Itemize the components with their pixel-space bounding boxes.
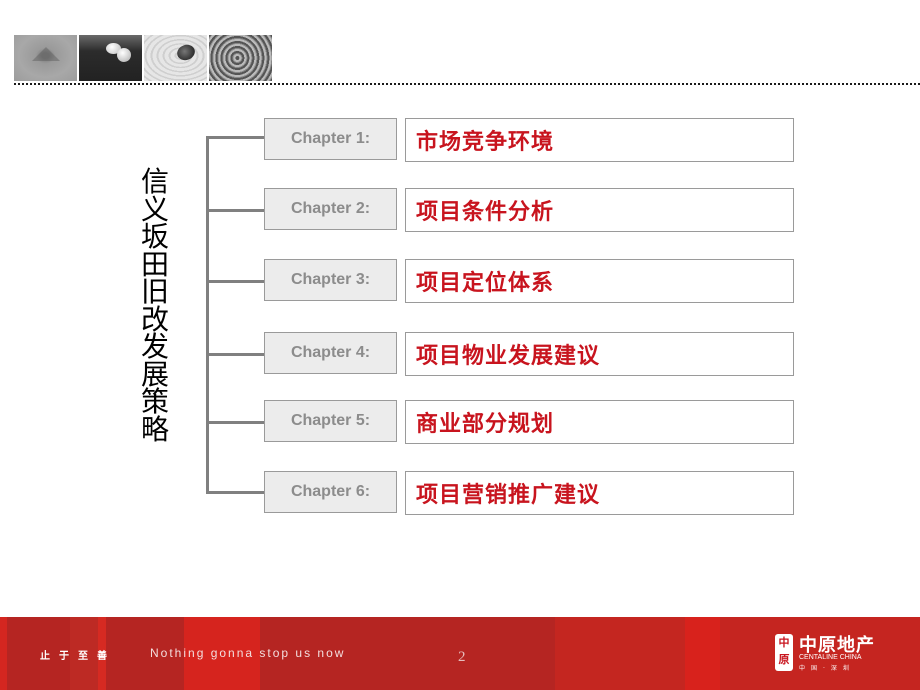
footer-slogan-cn: 止于至善 xyxy=(40,651,116,662)
centaline-logo-icon: 中原 xyxy=(775,634,793,671)
page-number: 2 xyxy=(458,649,466,665)
pebbles-image xyxy=(79,35,142,81)
logo-name-en: CENTALINE CHINA xyxy=(799,654,862,661)
title-char: 义 xyxy=(140,192,169,226)
logo-location: 中国·深圳 xyxy=(799,665,855,672)
dotted-divider xyxy=(14,83,920,85)
footer-stripe xyxy=(555,617,685,690)
title-char: 展 xyxy=(140,357,169,391)
bracket-connector xyxy=(206,136,265,139)
chapter-4-title[interactable]: 项目物业发展建议 xyxy=(405,332,794,376)
title-char: 信 xyxy=(140,165,169,198)
footer-slogan-en: Nothing gonna stop us now xyxy=(150,646,346,660)
title-char: 改 xyxy=(140,302,169,336)
chapter-5-title[interactable]: 商业部分规划 xyxy=(405,400,794,444)
chapter-6-title[interactable]: 项目营销推广建议 xyxy=(405,471,794,515)
title-char: 旧 xyxy=(140,275,169,308)
concentric-rings-image xyxy=(209,35,272,81)
footer-bar: 止于至善 Nothing gonna stop us now 2 中原 中原地产… xyxy=(0,617,920,690)
chapter-3-title[interactable]: 项目定位体系 xyxy=(405,259,794,303)
footer-stripe xyxy=(685,617,720,690)
bracket-connector xyxy=(206,421,265,424)
sand-mound-image xyxy=(14,35,77,81)
stone-ripples-image xyxy=(144,35,207,81)
title-char: 发 xyxy=(140,330,169,363)
title-char: 田 xyxy=(140,247,169,281)
chapter-4-label: Chapter 4: xyxy=(264,332,397,374)
chapter-1-title[interactable]: 市场竞争环境 xyxy=(405,118,794,162)
bracket-connector xyxy=(206,491,265,494)
bracket-line xyxy=(206,136,209,494)
chapter-6-label: Chapter 6: xyxy=(264,471,397,513)
chapter-1-label: Chapter 1: xyxy=(264,118,397,160)
chapter-2-label: Chapter 2: xyxy=(264,188,397,230)
vertical-page-title: 信 义 坂 田 旧 改 发 展 策 略 xyxy=(139,168,171,443)
bracket-connector xyxy=(206,353,265,356)
bracket-connector xyxy=(206,280,265,283)
chapter-2-title[interactable]: 项目条件分析 xyxy=(405,188,794,232)
bracket-connector xyxy=(206,209,265,212)
chapter-5-label: Chapter 5: xyxy=(264,400,397,442)
chapter-3-label: Chapter 3: xyxy=(264,259,397,301)
title-char: 策 xyxy=(140,385,169,418)
footer-stripe xyxy=(0,617,7,690)
title-char: 坂 xyxy=(140,220,169,253)
title-char: 略 xyxy=(140,412,169,446)
